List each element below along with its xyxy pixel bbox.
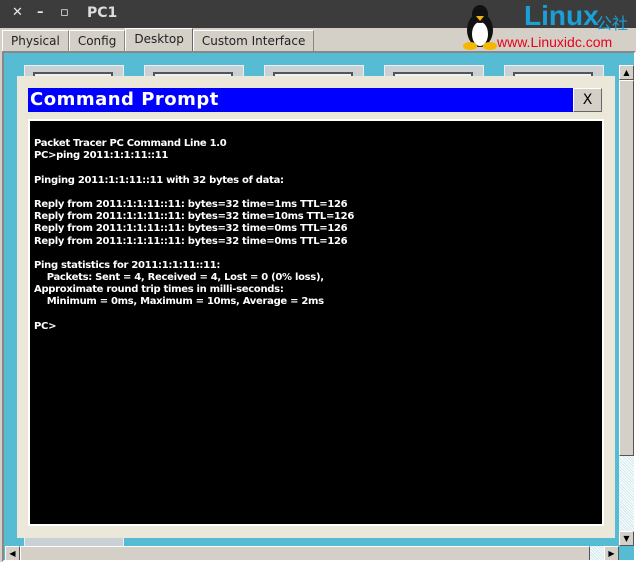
terminal-line: Reply from 2011:1:1:11::11: bytes=32 tim… bbox=[34, 235, 348, 247]
terminal-output[interactable]: Packet Tracer PC Command Line 1.0 PC>ping… bbox=[28, 119, 604, 526]
tab-bar: Physical Config Desktop Custom Interface bbox=[2, 28, 315, 51]
maximize-window-button[interactable]: ▫ bbox=[60, 5, 69, 20]
scroll-right-button[interactable]: ▶ bbox=[604, 546, 619, 560]
scroll-down-button[interactable]: ▼ bbox=[619, 531, 634, 546]
tab-custom-interface[interactable]: Custom Interface bbox=[192, 30, 315, 51]
horizontal-scroll-thumb[interactable] bbox=[20, 546, 590, 560]
watermark-logo: Linux 公社 www.Linuxidc.com bbox=[460, 0, 636, 50]
tab-physical[interactable]: Physical bbox=[2, 30, 69, 51]
terminal-line: Reply from 2011:1:1:11::11: bytes=32 tim… bbox=[34, 223, 348, 235]
terminal-line: PC>ping 2011:1:1:11::11 bbox=[34, 150, 169, 162]
tab-desktop[interactable]: Desktop bbox=[125, 28, 193, 51]
terminal-line: Reply from 2011:1:1:11::11: bytes=32 tim… bbox=[34, 198, 348, 210]
terminal-line: Pinging 2011:1:1:11::11 with 32 bytes of… bbox=[34, 174, 284, 186]
terminal-line: Minimum = 0ms, Maximum = 10ms, Average =… bbox=[34, 296, 324, 308]
scroll-up-button[interactable]: ▲ bbox=[619, 65, 634, 80]
command-prompt-dialog: Command Prompt X Packet Tracer PC Comman… bbox=[17, 76, 615, 538]
terminal-line: Reply from 2011:1:1:11::11: bytes=32 tim… bbox=[34, 211, 355, 223]
terminal-line: Packets: Sent = 4, Received = 4, Lost = … bbox=[34, 272, 324, 284]
penguin-icon bbox=[463, 5, 497, 50]
close-window-button[interactable]: ✕ bbox=[12, 5, 23, 20]
window-title: PC1 bbox=[87, 5, 118, 21]
horizontal-scrollbar[interactable]: ◀ ▶ bbox=[5, 546, 619, 560]
terminal-line: Approximate round trip times in milli-se… bbox=[34, 284, 284, 296]
terminal-line: Ping statistics for 2011:1:1:11::11: bbox=[34, 259, 221, 271]
vertical-scrollbar[interactable]: ▲ ▼ bbox=[619, 65, 634, 546]
terminal-line: PC> bbox=[34, 320, 57, 332]
scroll-left-button[interactable]: ◀ bbox=[5, 546, 20, 560]
vertical-scroll-thumb[interactable] bbox=[619, 80, 634, 456]
minimize-window-button[interactable]: – bbox=[37, 5, 44, 20]
terminal-line: Packet Tracer PC Command Line 1.0 bbox=[34, 138, 227, 149]
dialog-title: Command Prompt bbox=[28, 88, 573, 112]
tab-config[interactable]: Config bbox=[68, 30, 126, 51]
dialog-close-button[interactable]: X bbox=[573, 88, 602, 112]
